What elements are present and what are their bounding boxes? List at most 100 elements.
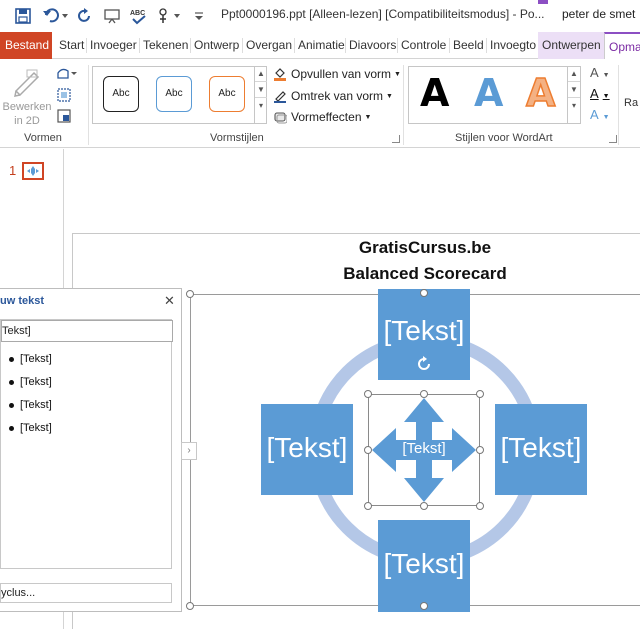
tab-controleren[interactable]: Controle [397,32,450,59]
dialog-launcher-icon[interactable] [609,135,617,143]
tab-bestand[interactable]: Bestand [0,32,52,59]
bullet-icon [9,402,14,408]
resize-handle[interactable] [186,602,194,610]
svg-text:ABC: ABC [130,10,145,17]
edit-2d-icon[interactable] [12,67,42,97]
bullet-icon [9,425,14,431]
chevron-down-icon: ▼ [602,72,610,79]
smartart-box-left[interactable]: [Tekst] [261,404,353,495]
scroll-down-icon[interactable]: ▼ [255,82,267,98]
tab-beeld[interactable]: Beeld [449,32,488,59]
text-pane-editor[interactable]: Tekst] [Tekst] [Tekst] [Tekst] [Tekst] [0,319,173,569]
tab-start[interactable]: Start [55,32,88,59]
resize-handle[interactable] [186,290,194,298]
resize-handle[interactable] [420,502,428,510]
text-pane-bullet[interactable]: [Tekst] [9,376,52,388]
change-shape-icon[interactable] [56,65,78,83]
wordart-style-black[interactable]: A [420,73,449,113]
slide-number: 1 [9,163,17,178]
spelling-icon[interactable]: ABC [128,6,150,26]
text-effects-button[interactable]: A ▼ [590,107,610,122]
scroll-up-icon[interactable]: ▲ [568,66,580,82]
tab-ontwerp[interactable]: Ontwerp [190,32,243,59]
resize-handle[interactable] [420,289,428,297]
text-pane-line[interactable]: Tekst] [1,320,173,342]
customize-qat-icon[interactable] [192,6,206,26]
ribbon: Bewerken in 2D Vormen Abc Abc Abc ▲ ▼ ▾ … [0,59,640,148]
dialog-launcher-icon[interactable] [392,135,400,143]
user-name[interactable]: peter de smet [562,7,635,21]
tab-tekenen[interactable]: Tekenen [139,32,192,59]
present-icon[interactable] [102,6,122,26]
account-indicator [538,0,548,32]
text-pane-bullet[interactable]: [Tekst] [9,399,52,411]
tab-diavoorstelling[interactable]: Diavoors [345,32,400,59]
group-separator [88,65,89,145]
smartart-text-pane: uw tekst ✕ Tekst] [Tekst] [Tekst] [Tekst… [0,288,182,612]
save-icon[interactable] [12,6,34,26]
tab-smartart-ontwerpen[interactable]: Ontwerpen [538,32,604,59]
center-arrow-label[interactable]: [Tekst] [378,440,470,457]
bullet-text: [Tekst] [20,422,52,434]
text-pane-bullet[interactable]: [Tekst] [9,353,52,365]
tab-invoegtoepassingen[interactable]: Invoegto [486,32,540,59]
group-label-vormen: Vormen [24,132,62,144]
resize-handle[interactable] [364,502,372,510]
text-fill-button[interactable]: A ▼ [590,65,610,80]
tab-overgangen[interactable]: Overgan [242,32,296,59]
wordart-style-blue[interactable]: A [474,73,503,113]
text-pane-title: uw tekst [0,295,45,307]
redo-icon[interactable] [76,6,94,26]
gallery-more-icon[interactable]: ▾ [568,98,580,114]
smaller-icon[interactable] [56,108,72,124]
resize-handle[interactable] [420,390,428,398]
larger-icon[interactable] [56,87,72,103]
bullet-icon [9,356,14,362]
tab-opmaak[interactable]: Opma [604,32,640,59]
text-pane-footer-link[interactable]: yclus... [0,583,172,603]
resize-handle[interactable] [420,602,428,610]
shape-outline-label: Omtrek van vorm [291,89,384,103]
resize-handle[interactable] [476,502,484,510]
document-title: Ppt0000196.ppt [Alleen-lezen] [Compatibi… [221,7,545,21]
bullet-text: [Tekst] [20,376,52,388]
tab-animaties[interactable]: Animatie [294,32,349,59]
wordart-style-orange[interactable]: A [525,72,556,114]
undo-icon[interactable] [40,6,72,26]
slide-title-line2[interactable]: Balanced Scorecard [300,264,550,284]
resize-handle[interactable] [364,390,372,398]
edit-2d-label: in 2D [14,115,40,127]
touch-icon[interactable] [154,6,184,26]
text-pane-bullet[interactable]: [Tekst] [9,422,52,434]
rotate-handle-icon[interactable] [414,354,434,374]
pen-icon [273,89,287,103]
close-icon[interactable]: ✕ [164,293,175,309]
shape-styles-scroll: ▲ ▼ ▾ [254,66,267,124]
resize-handle[interactable] [364,446,372,454]
resize-handle[interactable] [476,390,484,398]
arrange-group-partial[interactable]: Ra [624,97,638,109]
shape-style-swatch-black[interactable]: Abc [103,76,139,112]
shape-fill-label: Opvullen van vorm [291,67,392,81]
text-effects-icon: A [590,107,599,122]
shape-style-swatch-blue[interactable]: Abc [156,76,192,112]
resize-handle[interactable] [476,446,484,454]
edit-2d-button[interactable]: Bewerken in 2D [2,100,52,128]
slide-thumbnail[interactable] [22,162,44,180]
smartart-box-right[interactable]: [Tekst] [495,404,587,495]
wordart-scroll: ▲ ▼ ▾ [567,66,580,124]
chevron-down-icon: ▼ [602,93,610,100]
gallery-more-icon[interactable]: ▾ [255,98,267,114]
tab-invoegen[interactable]: Invoeger [86,32,141,59]
scroll-down-icon[interactable]: ▼ [568,82,580,98]
text-outline-button[interactable]: A ▼ [590,86,610,101]
text-pane-toggle-icon[interactable]: › [181,442,197,460]
shape-outline-button[interactable]: Omtrek van vorm ▼ [273,87,393,105]
smartart-box-bottom[interactable]: [Tekst] [378,520,470,612]
shape-fill-button[interactable]: Opvullen van vorm ▼ [273,65,401,83]
shape-style-swatch-orange[interactable]: Abc [209,76,245,112]
slide-title-line1[interactable]: GratisCursus.be [300,238,550,258]
shape-effects-button[interactable]: Vormeffecten ▼ [273,108,371,126]
scroll-up-icon[interactable]: ▲ [255,66,267,82]
paint-bucket-icon [273,67,287,81]
